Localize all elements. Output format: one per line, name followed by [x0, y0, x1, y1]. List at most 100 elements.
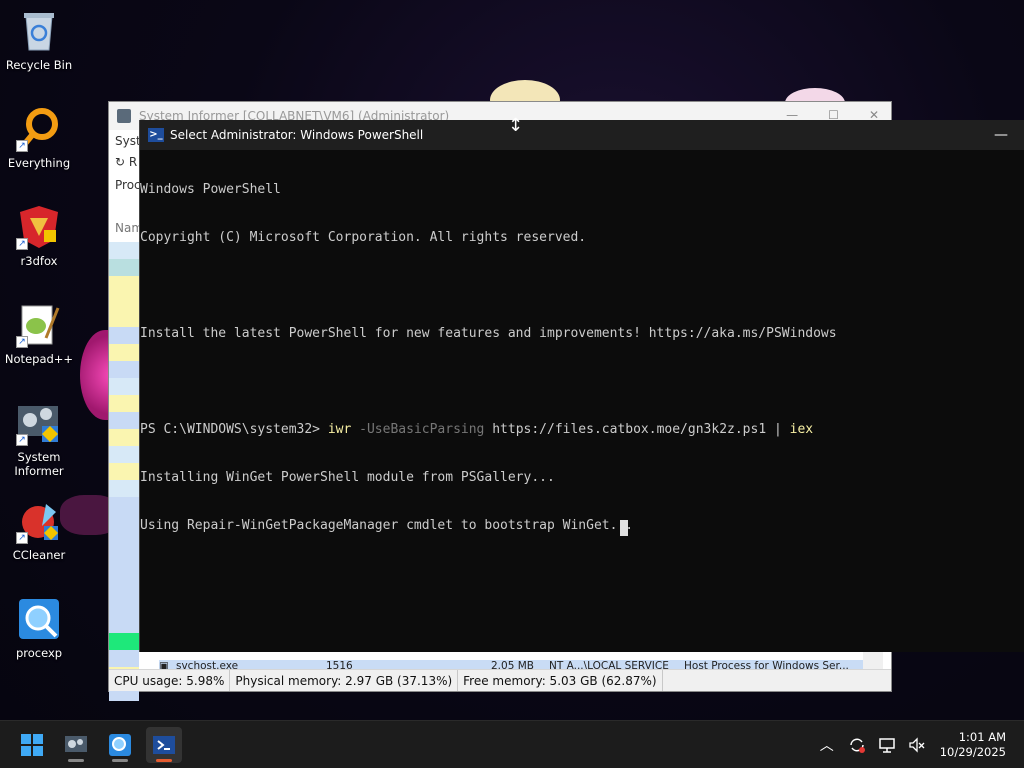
shortcut-arrow-icon: ↗ — [16, 434, 28, 446]
table-row[interactable] — [109, 582, 139, 599]
procexp-icon — [16, 596, 62, 642]
command-parameter: -UseBasicParsing — [351, 422, 485, 437]
table-row[interactable] — [109, 565, 139, 582]
table-row[interactable] — [109, 548, 139, 565]
table-row[interactable] — [109, 650, 139, 667]
running-indicator — [68, 759, 84, 762]
desktop-icon-label: Recycle Bin — [5, 58, 73, 72]
table-row[interactable] — [109, 344, 139, 361]
console-line: Using Repair-WinGetPackageManager cmdlet… — [140, 518, 634, 533]
clock-time: 1:01 AM — [958, 730, 1006, 744]
tab-processes[interactable]: Proc — [115, 178, 141, 192]
shortcut-arrow-icon: ↗ — [16, 532, 28, 544]
desktop-icon-r3dfox[interactable]: ↗ r3dfox — [2, 204, 76, 268]
command-name: iwr — [327, 422, 352, 437]
table-row[interactable] — [109, 395, 139, 412]
process-list-rows — [109, 242, 139, 701]
resize-cursor-icon: ↕ — [508, 115, 524, 136]
desktop-icon-label: CCleaner — [12, 548, 66, 562]
table-row[interactable] — [109, 531, 139, 548]
desktop-icon-notepadpp[interactable]: ↗ Notepad++ — [2, 302, 76, 366]
table-row[interactable] — [109, 616, 139, 633]
running-indicator — [112, 759, 128, 762]
powershell-titlebar[interactable]: >_ Select Administrator: Windows PowerSh… — [140, 120, 1024, 150]
taskbar-system-informer[interactable] — [58, 727, 94, 763]
table-row[interactable] — [109, 497, 139, 514]
taskbar: ︿ 1:01 AM 10/29/2025 — [0, 720, 1024, 768]
powershell-window[interactable]: >_ Select Administrator: Windows PowerSh… — [139, 120, 1024, 652]
taskbar-procexp[interactable] — [102, 727, 138, 763]
sync-icon[interactable] — [842, 730, 872, 760]
desktop-icon-label: Everything — [7, 156, 71, 170]
console-line: Install the latest PowerShell for new fe… — [140, 326, 837, 341]
table-row[interactable] — [109, 327, 139, 344]
system-informer-icon — [65, 736, 87, 752]
table-row[interactable] — [109, 259, 139, 276]
powershell-icon — [153, 736, 175, 754]
system-tray: ︿ 1:01 AM 10/29/2025 — [812, 721, 1024, 768]
table-row[interactable] — [109, 276, 139, 293]
refresh-label: R — [128, 155, 138, 169]
prompt: PS C:\WINDOWS\system32> — [140, 422, 328, 437]
desktop-icon-label: System Informer — [14, 450, 64, 478]
desktop-icon-system-informer[interactable]: ↗ System Informer — [2, 400, 76, 478]
system-informer-icon: ↗ — [16, 400, 62, 446]
console-line: Copyright (C) Microsoft Corporation. All… — [140, 230, 587, 245]
physical-memory: Physical memory: 2.97 GB (37.13%) — [230, 670, 459, 691]
start-button[interactable] — [14, 727, 50, 763]
powershell-icon: >_ — [148, 128, 164, 142]
ccleaner-icon: ↗ — [16, 498, 62, 544]
desktop-icon-label: r3dfox — [20, 254, 58, 268]
table-row[interactable] — [109, 514, 139, 531]
desktop-icon-ccleaner[interactable]: ↗ CCleaner — [2, 498, 76, 562]
command-pipe-target: iex — [789, 422, 814, 437]
command-argument: https://files.catbox.moe/gn3k2z.ps1 | — [484, 422, 790, 437]
table-row[interactable] — [109, 361, 139, 378]
table-row[interactable] — [109, 463, 139, 480]
windows-logo-icon — [21, 734, 43, 756]
table-row[interactable] — [109, 480, 139, 497]
shortcut-arrow-icon: ↗ — [16, 238, 28, 250]
table-row[interactable] — [109, 293, 139, 310]
notepadpp-icon: ↗ — [16, 302, 62, 348]
volume-muted-icon[interactable] — [902, 730, 932, 760]
desktop-icon-label: Notepad++ — [4, 352, 74, 366]
running-indicator — [156, 759, 172, 762]
recycle-bin-icon — [16, 8, 62, 54]
everything-icon: ↗ — [16, 106, 62, 152]
procexp-icon — [109, 734, 131, 756]
desktop-icon-everything[interactable]: ↗ Everything — [2, 106, 76, 170]
console-line: Installing WinGet PowerShell module from… — [140, 470, 555, 485]
table-row[interactable] — [109, 633, 139, 650]
console-line: Windows PowerShell — [140, 182, 281, 197]
clock-date: 10/29/2025 — [939, 745, 1006, 759]
window-title: Select Administrator: Windows PowerShell — [170, 128, 424, 142]
table-row[interactable] — [109, 412, 139, 429]
desktop-icon-recycle-bin[interactable]: Recycle Bin — [2, 8, 76, 72]
console-output[interactable]: Windows PowerShell Copyright (C) Microso… — [140, 150, 1024, 652]
table-row[interactable] — [109, 599, 139, 616]
table-row[interactable] — [109, 378, 139, 395]
table-row[interactable] — [109, 242, 139, 259]
clock[interactable]: 1:01 AM 10/29/2025 — [932, 730, 1024, 760]
refresh-icon: ↻ — [115, 155, 126, 169]
free-memory: Free memory: 5.03 GB (62.87%) — [458, 670, 663, 691]
desktop-icon-procexp[interactable]: procexp — [2, 596, 76, 660]
network-icon[interactable] — [872, 730, 902, 760]
cpu-usage: CPU usage: 5.98% — [109, 670, 231, 691]
desktop-icon-label: procexp — [15, 646, 63, 660]
shortcut-arrow-icon: ↗ — [16, 336, 28, 348]
chevron-up-icon[interactable]: ︿ — [812, 730, 842, 760]
table-row[interactable] — [109, 310, 139, 327]
shortcut-arrow-icon: ↗ — [16, 140, 28, 152]
system-informer-icon — [117, 109, 131, 123]
status-bar: CPU usage: 5.98% Physical memory: 2.97 G… — [109, 669, 891, 691]
table-row[interactable] — [109, 429, 139, 446]
minimize-icon[interactable]: — — [994, 127, 1008, 143]
table-row[interactable] — [109, 446, 139, 463]
taskbar-powershell[interactable] — [146, 727, 182, 763]
r3dfox-icon: ↗ — [16, 204, 62, 250]
refresh-button[interactable]: ↻ R — [115, 155, 137, 169]
